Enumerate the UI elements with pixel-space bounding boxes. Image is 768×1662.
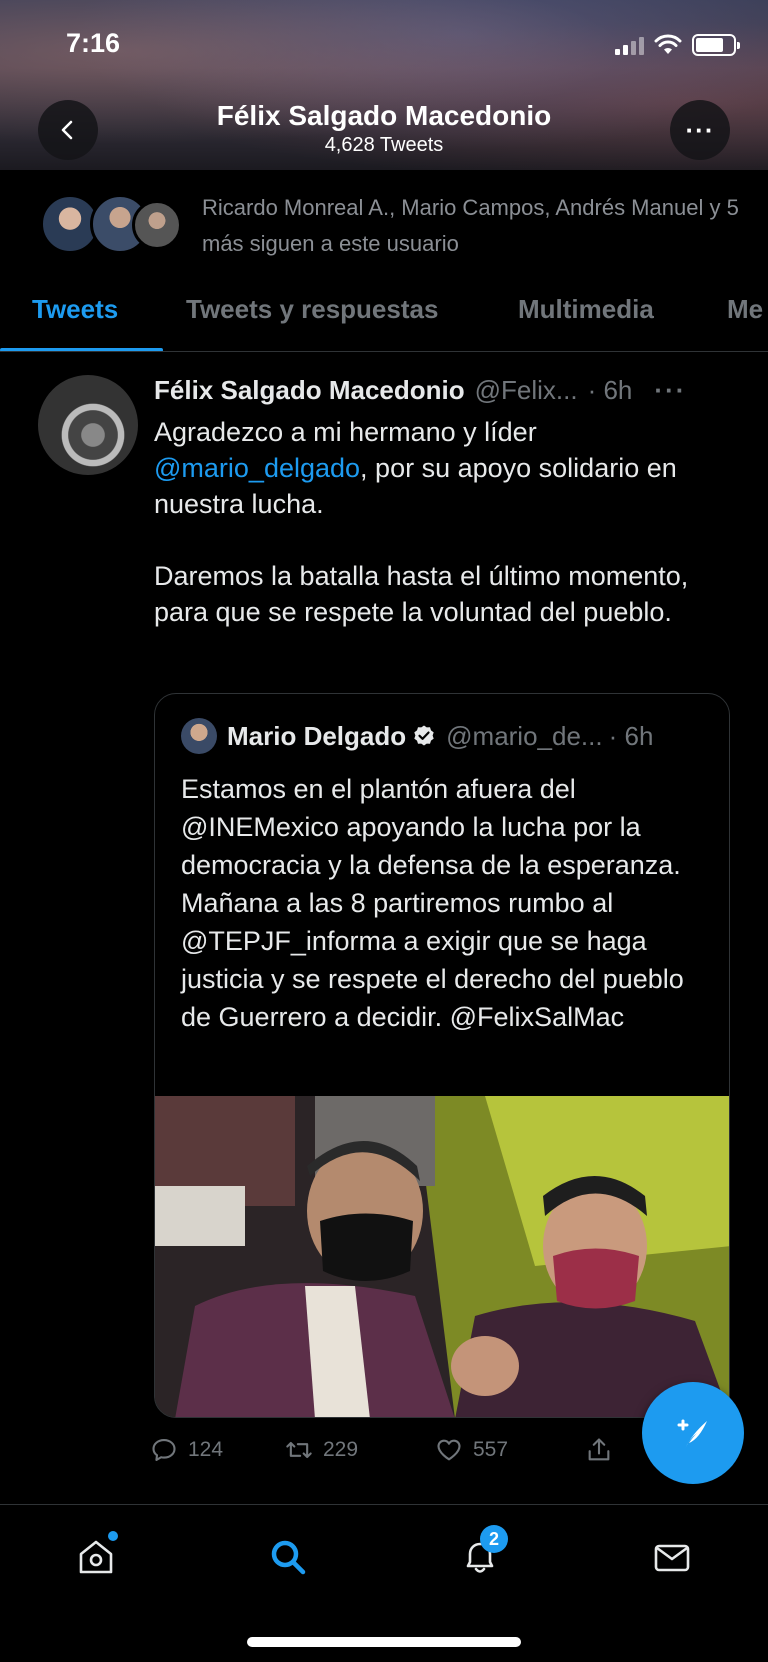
notification-badge: 2 bbox=[480, 1525, 508, 1553]
compose-tweet-button[interactable] bbox=[642, 1382, 744, 1484]
profile-header: 7:16 Félix Salgado Macedonio 4,628 Tweet… bbox=[0, 0, 768, 170]
tweet-author-handle[interactable]: @Felix... bbox=[475, 375, 578, 406]
quoted-tweet-text: Estamos en el plantón afuera del @INEMex… bbox=[181, 774, 684, 1032]
tweet-text: Agradezco a mi hermano y líder @mario_de… bbox=[154, 414, 744, 630]
tweet-author-avatar[interactable] bbox=[38, 375, 138, 475]
quoted-tweet[interactable]: Mario Delgado @mario_de... · 6h Estamos … bbox=[154, 693, 730, 1418]
retweet-button[interactable]: 229 bbox=[285, 1436, 435, 1464]
tweet-text-part: Agradezco a mi hermano y líder bbox=[154, 417, 537, 447]
tab-me-gusta[interactable]: Me bbox=[727, 294, 763, 325]
messages-icon bbox=[654, 1544, 690, 1572]
tweet-more-icon[interactable]: ··· bbox=[654, 375, 686, 406]
quoted-author-name: Mario Delgado bbox=[227, 720, 407, 751]
tweet-actions: 124 229 557 bbox=[150, 1430, 650, 1470]
share-button[interactable] bbox=[585, 1436, 613, 1464]
mention-link[interactable]: @mario_delgado bbox=[154, 453, 360, 483]
new-content-dot bbox=[108, 1531, 118, 1541]
wifi-icon bbox=[654, 34, 682, 54]
quoted-tweet-header: Mario Delgado @mario_de... · 6h bbox=[181, 718, 653, 754]
retweet-icon bbox=[286, 1441, 312, 1459]
photo-image bbox=[155, 1096, 729, 1417]
like-icon bbox=[437, 1439, 461, 1461]
tab-tweets-y-respuestas[interactable]: Tweets y respuestas bbox=[186, 294, 438, 325]
verified-badge-icon bbox=[414, 725, 434, 746]
reply-count: 124 bbox=[188, 1438, 224, 1461]
followed-by-text: Ricardo Monreal A., Mario Campos, Andrés… bbox=[202, 195, 739, 256]
search-icon bbox=[271, 1540, 306, 1575]
more-icon: ··· bbox=[685, 114, 715, 145]
profile-tabs: Tweets Tweets y respuestas Multimedia Me bbox=[0, 282, 768, 352]
status-icons bbox=[615, 34, 740, 56]
like-count: 557 bbox=[473, 1438, 509, 1461]
share-icon bbox=[588, 1438, 610, 1461]
signal-icon bbox=[615, 35, 644, 55]
followed-by-row[interactable]: Ricardo Monreal A., Mario Campos, Andrés… bbox=[0, 170, 768, 262]
profile-tweet-count: 4,628 Tweets bbox=[324, 134, 444, 156]
like-button[interactable]: 557 bbox=[435, 1436, 585, 1464]
tab-multimedia[interactable]: Multimedia bbox=[518, 294, 654, 325]
home-icon bbox=[79, 1540, 113, 1574]
active-tab-indicator bbox=[0, 348, 163, 351]
nav-notifications[interactable]: 2 bbox=[454, 1525, 508, 1583]
nav-home[interactable] bbox=[70, 1531, 122, 1583]
quoted-author-handle: @mario_de... bbox=[446, 720, 603, 751]
quoted-tweet-time: · 6h bbox=[608, 720, 654, 751]
tweet-time: · 6h bbox=[587, 374, 633, 405]
tweet-author-name[interactable]: Félix Salgado Macedonio bbox=[154, 375, 465, 406]
reply-icon bbox=[152, 1439, 176, 1461]
avatar bbox=[181, 718, 217, 754]
battery-icon bbox=[692, 34, 740, 56]
status-time: 7:16 bbox=[66, 28, 121, 58]
tab-tweets[interactable]: Tweets bbox=[32, 294, 118, 325]
reply-button[interactable]: 124 bbox=[150, 1436, 285, 1464]
more-button[interactable]: ··· bbox=[670, 100, 730, 160]
nav-messages[interactable] bbox=[646, 1531, 698, 1583]
home-indicator[interactable] bbox=[247, 1637, 521, 1647]
tweet-header: Félix Salgado Macedonio @Felix... · 6h ·… bbox=[154, 372, 744, 408]
nav-search[interactable] bbox=[262, 1531, 314, 1583]
retweet-count: 229 bbox=[323, 1438, 359, 1461]
tweet-paragraph: Daremos la batalla hasta el último momen… bbox=[154, 561, 689, 627]
compose-icon bbox=[677, 1419, 707, 1449]
profile-name: Félix Salgado Macedonio bbox=[216, 100, 552, 131]
follower-avatars bbox=[40, 194, 182, 258]
avatar bbox=[132, 200, 182, 250]
quoted-tweet-photo[interactable] bbox=[155, 1096, 729, 1417]
